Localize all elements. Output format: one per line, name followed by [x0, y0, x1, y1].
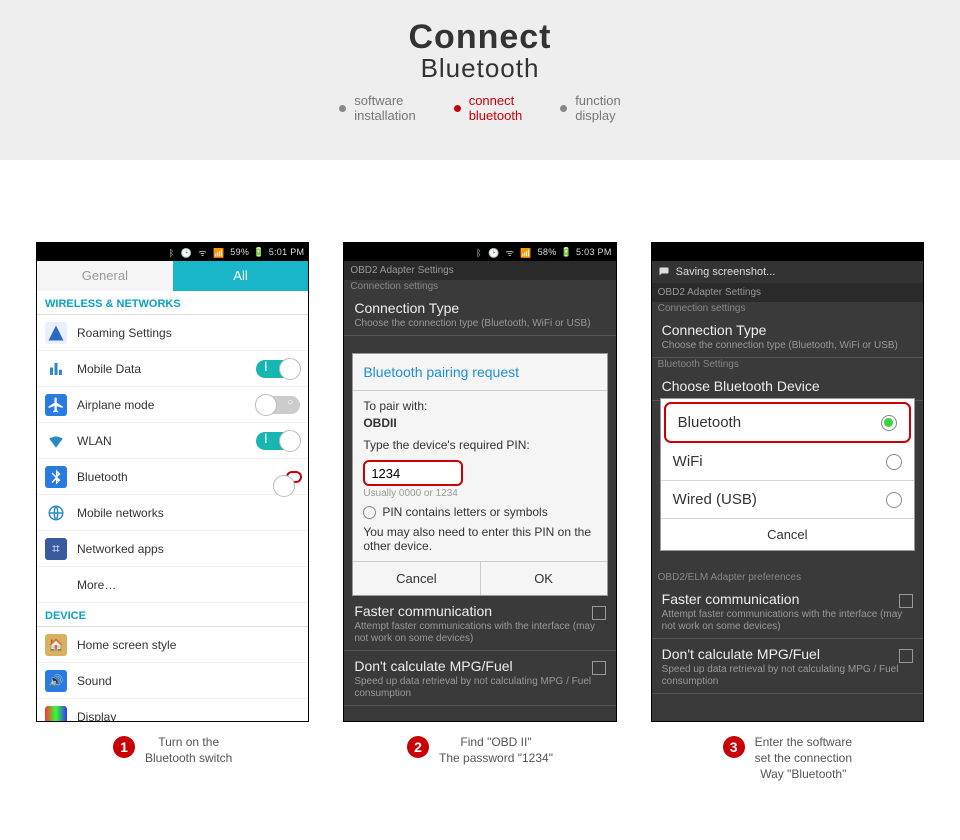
row-choose-bt[interactable]: Choose Bluetooth Device [652, 371, 923, 401]
section-wireless: WIRELESS & NETWORKS [37, 291, 308, 315]
row-connection-type[interactable]: Connection TypeChoose the connection typ… [652, 315, 923, 358]
step-number-icon: 2 [407, 736, 429, 758]
radio-icon [881, 415, 897, 431]
row-faster[interactable]: Faster communicationAttempt faster commu… [344, 596, 615, 651]
option-bluetooth[interactable]: Bluetooth [664, 402, 911, 443]
step-number-icon: 1 [113, 736, 135, 758]
caption-3: 3Enter the softwareset the connectionWay… [651, 734, 924, 783]
status-bar: ᛒ 🕑 ᯤ 📶 59% 🔋 5:01 PM [37, 243, 308, 261]
row-bluetooth[interactable]: Bluetooth [37, 459, 308, 495]
row-faster[interactable]: Faster communicationAttempt faster commu… [652, 584, 923, 639]
row-wlan[interactable]: WLAN [37, 423, 308, 459]
radio-icon [363, 506, 376, 519]
status-bar [652, 243, 923, 261]
bluetooth-pairing-dialog: Bluetooth pairing request To pair with:O… [352, 353, 607, 596]
row-connection-type[interactable]: Connection TypeChoose the connection typ… [344, 293, 615, 336]
row-airplane[interactable]: Airplane mode [37, 387, 308, 423]
row-mpg[interactable]: Don't calculate MPG/FuelSpeed up data re… [652, 639, 923, 694]
toggle-airplane[interactable] [256, 396, 300, 414]
pin-input[interactable] [363, 460, 463, 486]
steps-tabs: softwareinstallation connectbluetooth fu… [0, 94, 960, 124]
status-time: 5:01 PM [269, 247, 305, 257]
checkbox-icon[interactable] [899, 649, 913, 663]
ok-button[interactable]: OK [481, 562, 607, 595]
cancel-button[interactable]: Cancel [353, 562, 480, 595]
step-number-icon: 3 [723, 736, 745, 758]
row-roaming[interactable]: Roaming Settings [37, 315, 308, 351]
phone-3-connection-type: Saving screenshot... OBD2 Adapter Settin… [651, 242, 924, 722]
also-enter-note: You may also need to enter this PIN on t… [363, 525, 596, 553]
status-bar: ᛒ 🕑 ᯤ 📶 58%🔋 5:03 PM [344, 243, 615, 261]
hero-title: Connect [0, 0, 960, 57]
dot-icon [454, 105, 461, 112]
pin-letters-checkbox[interactable]: PIN contains letters or symbols [363, 505, 596, 519]
pair-with: To pair with:OBDII [363, 399, 596, 430]
pin-prompt: Type the device's required PIN: [363, 438, 596, 452]
tab-all[interactable]: All [173, 261, 309, 291]
phone-1-settings: ᛒ 🕑 ᯤ 📶 59% 🔋 5:01 PM General All WIRELE… [36, 242, 309, 722]
phone-2-pairing: ᛒ 🕑 ᯤ 📶 58%🔋 5:03 PM OBD2 Adapter Settin… [343, 242, 616, 722]
row-home-style[interactable]: 🏠Home screen style [37, 627, 308, 663]
cancel-button[interactable]: Cancel [661, 519, 914, 550]
option-wired-usb[interactable]: Wired (USB) [661, 481, 914, 519]
checkbox-icon[interactable] [592, 606, 606, 620]
saving-screenshot-toast: Saving screenshot... [652, 261, 923, 283]
row-more[interactable]: More… [37, 567, 308, 603]
section-device: DEVICE [37, 603, 308, 627]
row-sound[interactable]: 🔊Sound [37, 663, 308, 699]
option-wifi[interactable]: WiFi [661, 443, 914, 481]
settings-tabbar: General All [37, 261, 308, 291]
dot-icon [560, 105, 567, 112]
caption-1: 1Turn on theBluetooth switch [36, 734, 309, 783]
tab-connect-bluetooth[interactable]: connectbluetooth [454, 94, 523, 124]
radio-icon [886, 492, 902, 508]
toggle-mobile-data[interactable] [256, 360, 300, 378]
tab-function-display[interactable]: functiondisplay [560, 94, 621, 124]
pin-hint: Usually 0000 or 1234 [363, 488, 596, 499]
row-display[interactable]: Display [37, 699, 308, 722]
toggle-wlan[interactable] [256, 432, 300, 450]
hero: Connect Bluetooth softwareinstallation c… [0, 0, 960, 160]
row-mobile-data[interactable]: Mobile Data [37, 351, 308, 387]
connection-type-dialog: Bluetooth WiFi Wired (USB) Cancel [660, 398, 915, 551]
dot-icon [339, 105, 346, 112]
highlight-circle [286, 471, 302, 483]
hero-subtitle: Bluetooth [0, 53, 960, 84]
tab-software-installation[interactable]: softwareinstallation [339, 94, 415, 124]
checkbox-icon[interactable] [592, 661, 606, 675]
battery-pct: 59% [230, 247, 249, 257]
obd-header: OBD2 Adapter Settings [344, 261, 615, 280]
row-mobile-networks[interactable]: Mobile networks [37, 495, 308, 531]
radio-icon [886, 454, 902, 470]
dialog-title: Bluetooth pairing request [353, 354, 606, 391]
checkbox-icon[interactable] [899, 594, 913, 608]
row-networked-apps[interactable]: ⌗Networked apps [37, 531, 308, 567]
row-mpg[interactable]: Don't calculate MPG/FuelSpeed up data re… [344, 651, 615, 706]
caption-2: 2Find "OBD II"The password "1234" [343, 734, 616, 783]
status-icons: ᛒ 🕑 ᯤ 📶 [169, 246, 227, 259]
tab-general[interactable]: General [37, 261, 173, 291]
